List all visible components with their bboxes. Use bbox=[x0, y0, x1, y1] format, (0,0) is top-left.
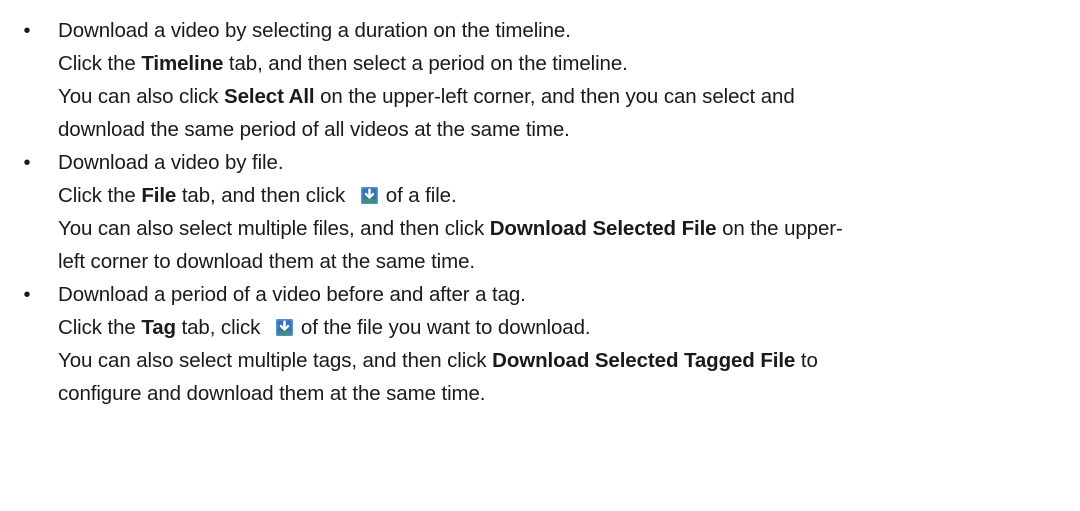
bullet-icon: • bbox=[23, 151, 31, 174]
bullet-icon: • bbox=[23, 19, 31, 42]
bullet-item-timeline: • Download a video by selecting a durati… bbox=[0, 14, 1060, 146]
bullet-item-file: • Download a video by file. Click the Fi… bbox=[0, 146, 1060, 278]
download-selected-tagged-file-label: Download Selected Tagged File bbox=[492, 349, 796, 372]
cropped-previous-line bbox=[0, 0, 930, 10]
download-instructions: • Download a video by selecting a durati… bbox=[0, 14, 1060, 410]
note-line: You can also select multiple tags, and t… bbox=[58, 349, 818, 372]
download-icon bbox=[360, 187, 378, 204]
download-icon bbox=[275, 319, 293, 336]
step-line: Click the Tag tab, click of the file you… bbox=[58, 316, 591, 339]
tag-tab-label: Tag bbox=[141, 316, 176, 339]
note-line: You can also select multiple files, and … bbox=[58, 217, 843, 240]
item-heading: Download a period of a video before and … bbox=[58, 283, 526, 306]
timeline-tab-label: Timeline bbox=[141, 52, 224, 75]
bullet-item-tag: • Download a period of a video before an… bbox=[0, 278, 1060, 410]
item-heading: Download a video by file. bbox=[58, 151, 284, 174]
step-line: Click the Timeline tab, and then select … bbox=[58, 52, 628, 75]
note-line-continued: left corner to download them at the same… bbox=[58, 250, 476, 273]
bullet-icon: • bbox=[23, 283, 31, 306]
select-all-label: Select All bbox=[224, 85, 315, 108]
note-line-continued: configure and download them at the same … bbox=[58, 382, 486, 405]
note-line-continued: download the same period of all videos a… bbox=[58, 118, 570, 141]
file-tab-label: File bbox=[141, 184, 177, 207]
note-line: You can also click Select All on the upp… bbox=[58, 85, 795, 108]
item-heading: Download a video by selecting a duration… bbox=[58, 19, 571, 42]
step-line: Click the File tab, and then click of a … bbox=[58, 184, 457, 207]
download-selected-file-label: Download Selected File bbox=[489, 217, 717, 240]
